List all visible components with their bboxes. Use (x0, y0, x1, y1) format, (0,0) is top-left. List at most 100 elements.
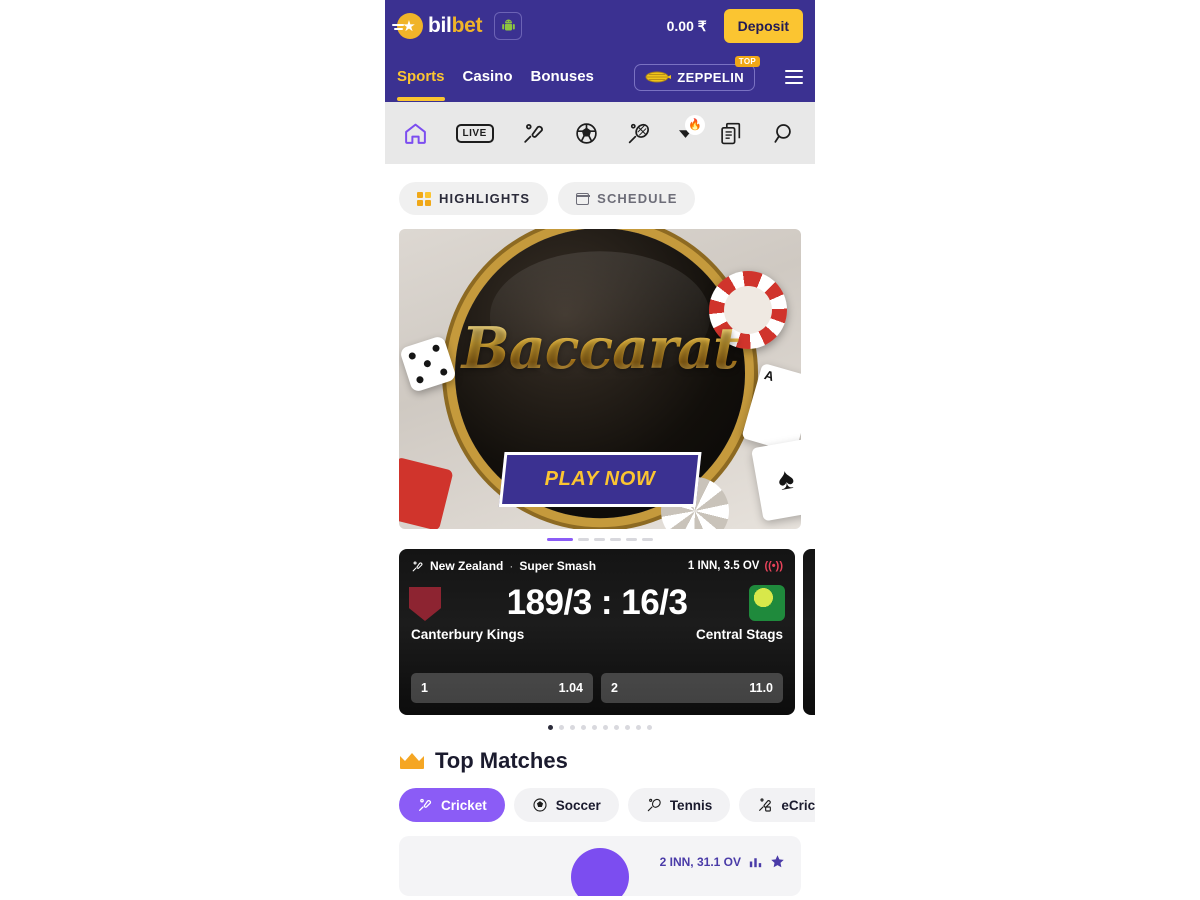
chip-soccer[interactable]: Soccer (513, 788, 619, 822)
nav-item-bonuses[interactable]: Bonuses (531, 68, 594, 87)
promo-carousel: A ♠ Baccarat PLAY NOW (385, 215, 815, 541)
zeppelin-top-badge: TOP (734, 55, 760, 67)
odd-value-2: 11.0 (749, 681, 773, 695)
top-matches-header: Top Matches (385, 730, 815, 774)
promo-banner-baccarat[interactable]: A ♠ Baccarat PLAY NOW (399, 229, 801, 529)
match-league: Super Smash (519, 559, 597, 573)
soccer-ball-icon[interactable] (574, 121, 599, 146)
odd-value-1: 1.04 (558, 681, 583, 695)
play-now-button[interactable]: PLAY NOW (498, 452, 702, 507)
pagination-dash[interactable] (578, 538, 589, 541)
live-score-card[interactable]: New Zealand · Super Smash 1 INN, 3.5 OV … (399, 549, 795, 715)
android-robot-glyph (501, 19, 515, 31)
content-tabs: HIGHLIGHTS SCHEDULE (385, 164, 815, 215)
nav-item-sports[interactable]: Sports (397, 68, 445, 101)
pagination-dot-active[interactable] (548, 725, 553, 730)
logo-text-gold: bet (451, 14, 483, 37)
team-home-name: Canterbury Kings (411, 627, 525, 642)
soccer-ball-icon (533, 798, 547, 812)
pagination-dash[interactable] (626, 538, 637, 541)
bilbet-logo[interactable]: ★ bilbet (392, 13, 483, 39)
pagination-dash-active[interactable] (547, 538, 573, 541)
search-icon[interactable] (772, 121, 797, 146)
playing-card-red (399, 456, 454, 529)
playing-card-spade: ♠ (751, 438, 801, 522)
pagination-dot[interactable] (570, 725, 575, 730)
match-score: 189/3 : 16/3 (506, 583, 688, 622)
pagination-dash[interactable] (594, 538, 605, 541)
logo-wordmark: bilbet (428, 14, 483, 38)
match-row-status: 2 INN, 31.1 OV (659, 854, 741, 869)
balance-display[interactable]: 0.00 ₹ (658, 13, 716, 40)
cricket-bat-icon (419, 798, 432, 811)
team-away-crest (749, 585, 785, 621)
match-separator: · (509, 559, 514, 573)
score-card-header: New Zealand · Super Smash 1 INN, 3.5 OV … (411, 559, 783, 573)
odd-button-1[interactable]: 1 1.04 (411, 673, 593, 703)
match-status: 1 INN, 3.5 OV (687, 560, 760, 572)
tab-schedule[interactable]: SCHEDULE (558, 182, 696, 215)
odd-label-1: 1 (421, 681, 428, 695)
chip-cricket-label: Cricket (441, 797, 487, 813)
star-icon: ★ (392, 13, 423, 39)
crown-icon (400, 753, 424, 769)
live-score-card-next[interactable] (803, 549, 815, 715)
hamburger-menu-icon[interactable] (785, 70, 803, 84)
team-names: Canterbury Kings Central Stags (411, 627, 783, 642)
pagination-dot[interactable] (581, 725, 586, 730)
flame-icon: 🔥 (684, 114, 705, 135)
pagination-dot[interactable] (559, 725, 564, 730)
grid-icon (417, 191, 431, 206)
odds-row: 1 1.04 2 11.0 (411, 673, 783, 703)
chip-soccer-label: Soccer (555, 797, 601, 813)
header-nav-row: Sports Casino Bonuses ZEPPELIN TOP (397, 52, 803, 102)
score-carousel-pagination[interactable] (385, 715, 815, 730)
tab-highlights[interactable]: HIGHLIGHTS (399, 182, 549, 215)
tab-highlights-label: HIGHLIGHTS (439, 191, 531, 206)
app-header: ★ bilbet 0.00 ₹ Deposit Sports Casino Bo (385, 0, 815, 102)
cricket-bat-icon (412, 560, 423, 571)
bet-slip-icon[interactable] (719, 121, 744, 146)
pagination-dash[interactable] (642, 538, 653, 541)
live-label: LIVE (455, 123, 494, 143)
tennis-racket-icon (647, 798, 661, 812)
mobile-viewport: ★ bilbet 0.00 ₹ Deposit Sports Casino Bo (385, 0, 815, 900)
match-country: New Zealand (430, 559, 504, 573)
page-stage: ★ bilbet 0.00 ₹ Deposit Sports Casino Bo (0, 0, 1200, 900)
chip-ecricket[interactable]: eCricket (739, 788, 815, 822)
banner-pagination[interactable] (399, 529, 801, 541)
star-icon[interactable] (770, 854, 785, 869)
sport-icon-navigation: LIVE 🔥 (385, 102, 815, 164)
logo-text-white: bil (428, 14, 452, 37)
pagination-dot[interactable] (614, 725, 619, 730)
pagination-dot[interactable] (636, 725, 641, 730)
android-icon[interactable] (494, 12, 523, 40)
match-row-meta: 2 INN, 31.1 OV (660, 854, 785, 869)
bar-chart-icon[interactable] (749, 855, 762, 868)
header-top-row: ★ bilbet 0.00 ₹ Deposit (392, 0, 803, 52)
pagination-dot[interactable] (625, 725, 630, 730)
deposit-button[interactable]: Deposit (723, 9, 803, 43)
cricket-bat-icon[interactable] (521, 121, 546, 146)
live-icon[interactable]: LIVE (455, 123, 494, 143)
live-signal-icon: ((•)) (764, 560, 783, 572)
odd-label-2: 2 (611, 681, 618, 695)
team-away-name: Central Stags (695, 627, 783, 642)
pagination-dot[interactable] (603, 725, 608, 730)
pagination-dot[interactable] (592, 725, 597, 730)
nav-item-casino[interactable]: Casino (463, 68, 513, 87)
tennis-racket-icon[interactable] (626, 121, 651, 146)
pagination-dash[interactable] (610, 538, 621, 541)
sport-filter-chips: Cricket Soccer Tennis eCricket (385, 774, 815, 822)
chip-tennis[interactable]: Tennis (627, 788, 731, 822)
pagination-dot[interactable] (647, 725, 652, 730)
zeppelin-button[interactable]: ZEPPELIN TOP (634, 55, 760, 91)
chip-ecricket-label: eCricket (781, 797, 815, 813)
card-suit-label: ♠ (775, 461, 797, 498)
chip-cricket[interactable]: Cricket (399, 788, 505, 822)
home-icon[interactable] (403, 121, 428, 146)
play-now-label: PLAY NOW (544, 468, 656, 490)
odd-button-2[interactable]: 2 11.0 (601, 673, 783, 703)
more-sports-dropdown[interactable]: 🔥 (678, 114, 705, 138)
match-list-item[interactable]: 2 INN, 31.1 OV (399, 836, 801, 896)
